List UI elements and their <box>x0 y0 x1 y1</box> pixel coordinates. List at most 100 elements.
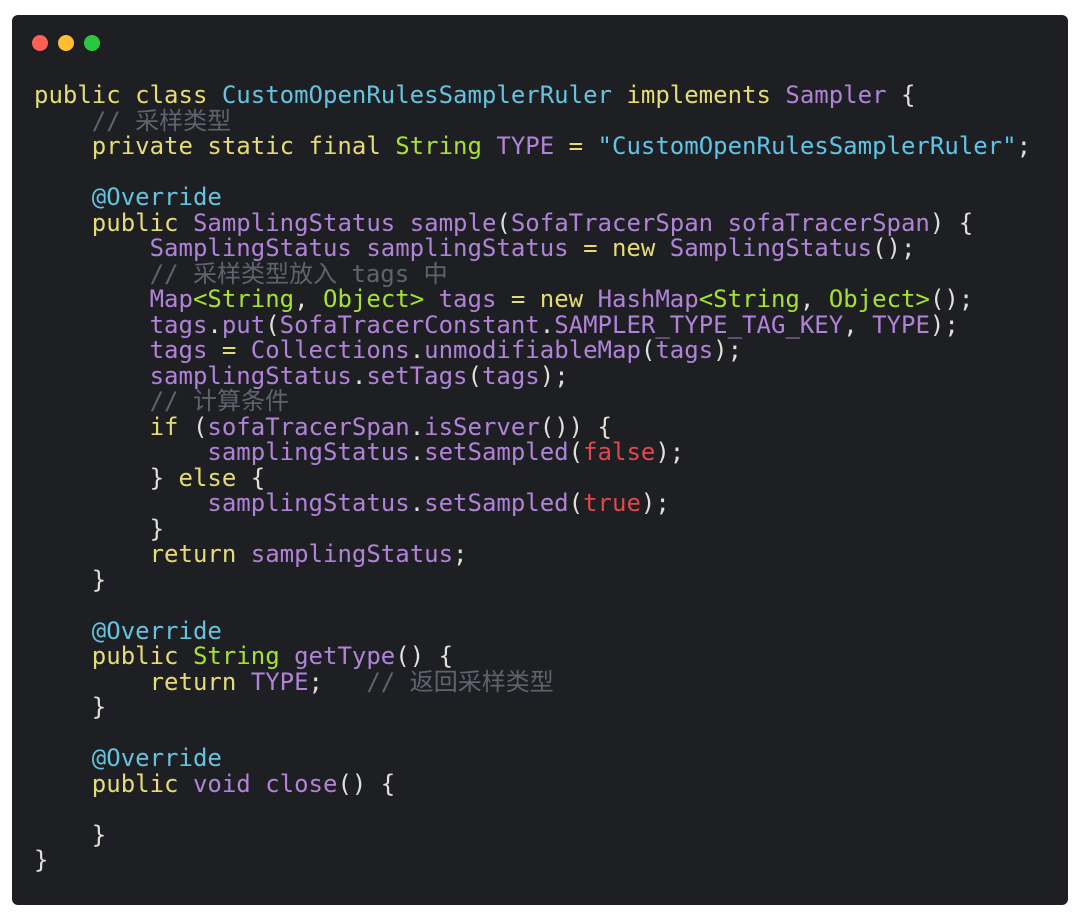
code-token: , <box>799 285 829 313</box>
code-token: () { <box>337 769 396 798</box>
close-dot-icon[interactable] <box>32 35 48 51</box>
code-token: samplingStatus <box>250 540 454 568</box>
code-token: public <box>91 208 193 237</box>
code-token: ) { <box>929 208 974 237</box>
code-token: TYPE <box>872 310 930 339</box>
code-token: () { <box>395 642 454 670</box>
code-token: , <box>843 310 873 339</box>
code-token: String <box>395 132 497 160</box>
code-token: ; <box>453 540 468 568</box>
code-line: @Override <box>34 617 1031 645</box>
code-token: SamplingStatus samplingStatus <box>149 234 584 262</box>
code-token: ( <box>265 310 280 339</box>
code-token: ()) { <box>539 412 612 441</box>
code-token: samplingStatus <box>207 489 410 517</box>
code-token: (); <box>929 285 974 313</box>
window-controls <box>32 35 100 51</box>
code-token: // 计算条件 <box>149 387 289 415</box>
minimize-dot-icon[interactable] <box>58 35 74 51</box>
code-token: ); <box>713 336 743 364</box>
code-token: public class <box>34 81 222 109</box>
code-token: = <box>221 336 251 364</box>
code-token: } <box>34 463 179 492</box>
code-line: } <box>34 694 1031 721</box>
code-line: return TYPE; // 返回采样类型 <box>34 667 1031 696</box>
code-token: return <box>149 667 251 696</box>
code-token: . <box>409 438 425 466</box>
code-window: public class CustomOpenRulesSamplerRuler… <box>12 15 1068 905</box>
code-token: void close <box>192 769 338 798</box>
code-token: if <box>149 412 193 441</box>
code-token: . <box>539 310 555 339</box>
code-token: tags <box>149 310 208 339</box>
code-token: = new <box>510 285 598 313</box>
code-token: setTags <box>366 361 468 390</box>
code-line: samplingStatus.setSampled(true); <box>34 489 1031 517</box>
code-token: setSampled <box>424 438 569 466</box>
code-token: Object> <box>828 285 930 313</box>
code-line: @Override <box>34 744 1031 772</box>
code-line: tags = Collections.unmodifiableMap(tags)… <box>34 336 1031 364</box>
code-token: ( <box>568 438 584 466</box>
code-token: = new <box>583 234 670 262</box>
code-token: ); <box>929 310 959 339</box>
zoom-dot-icon[interactable] <box>84 35 100 51</box>
code-token: Collections <box>250 336 410 364</box>
code-token: . <box>409 412 425 441</box>
code-line: samplingStatus.setSampled(false); <box>34 438 1031 466</box>
code-token: SofaTracerSpan sofaTracerSpan <box>510 208 930 237</box>
code-token: tags <box>481 361 540 390</box>
code-block: public class CustomOpenRulesSamplerRuler… <box>34 81 1031 874</box>
code-token: ( <box>192 412 208 441</box>
code-token: ); <box>539 361 569 390</box>
code-line: } <box>34 846 1031 874</box>
code-token: <String <box>192 285 295 313</box>
code-line: public class CustomOpenRulesSamplerRuler… <box>34 81 1031 109</box>
code-token: // 采样类型 <box>91 106 232 135</box>
code-token: HashMap <box>597 285 699 313</box>
code-token: } <box>34 846 49 874</box>
code-token: ( <box>568 489 584 517</box>
code-line: // 采样类型 <box>34 106 1031 135</box>
code-token: unmodifiableMap <box>424 336 641 364</box>
code-line: } else { <box>34 463 1031 492</box>
code-token: sofaTracerSpan <box>207 412 410 441</box>
code-token: . <box>409 336 425 364</box>
code-line: @Override <box>34 184 1031 211</box>
code-token: ( <box>640 336 656 364</box>
code-token: tags <box>655 336 714 364</box>
code-line: public void close() { <box>34 769 1031 798</box>
code-line: public String getType() { <box>34 642 1031 670</box>
code-token: private static final <box>91 132 396 160</box>
code-token: SamplingStatus sample <box>192 208 497 237</box>
code-token: SamplingStatus <box>669 234 873 262</box>
code-token: implements <box>626 81 786 109</box>
code-token: ; <box>308 667 367 696</box>
code-line: } <box>34 822 1031 849</box>
code-token: setSampled <box>424 489 569 517</box>
code-token: isServer <box>424 412 540 441</box>
code-line: if (sofaTracerSpan.isServer()) { <box>34 412 1031 441</box>
code-token: TYPE <box>250 667 309 696</box>
code-token: tags <box>149 336 222 364</box>
code-token: public <box>91 642 193 670</box>
code-line: } <box>34 567 1031 594</box>
code-token: "CustomOpenRulesSamplerRuler" <box>597 132 1017 160</box>
code-line: SamplingStatus samplingStatus = new Samp… <box>34 234 1031 262</box>
code-token: } <box>34 514 165 543</box>
